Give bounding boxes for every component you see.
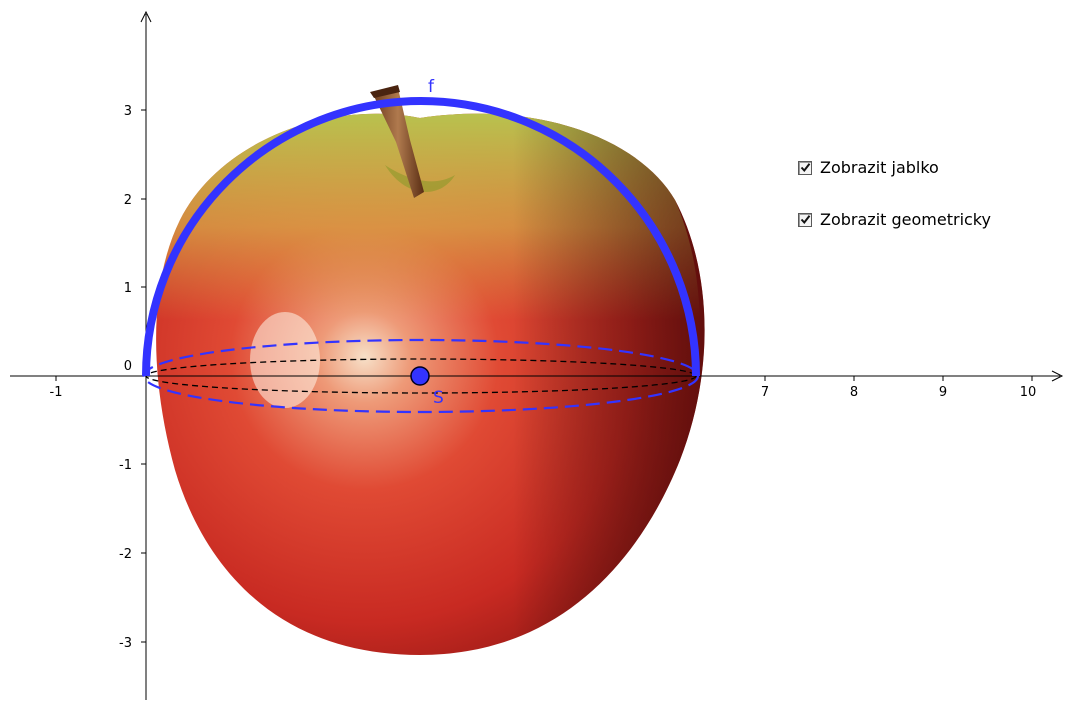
show-apple-checkbox[interactable]: Zobrazit jablko <box>798 158 939 177</box>
checkmark-icon <box>800 215 810 225</box>
y-tick-label: 0 <box>124 359 132 374</box>
x-tick-label: 8 <box>850 385 858 400</box>
arc-label: f <box>428 77 435 97</box>
x-tick-label: 10 <box>1020 385 1037 400</box>
y-tick-label: 3 <box>124 104 132 119</box>
y-tick-label: -1 <box>119 458 132 473</box>
show-geometric-checkbox[interactable]: Zobrazit geometricky <box>798 210 991 229</box>
point-s[interactable] <box>410 366 430 386</box>
show-apple-label: Zobrazit jablko <box>820 158 939 177</box>
y-tick-label: -2 <box>119 547 132 562</box>
x-tick-label: 7 <box>761 385 769 400</box>
y-tick-label: -3 <box>119 636 132 651</box>
point-label: S <box>433 388 444 408</box>
show-geometric-label: Zobrazit geometricky <box>820 210 991 229</box>
checkbox-box[interactable] <box>798 160 812 175</box>
x-tick-label: -1 <box>50 385 63 400</box>
checkmark-icon <box>800 163 810 173</box>
x-tick-label: 9 <box>939 385 947 400</box>
y-tick-label: 2 <box>124 193 132 208</box>
y-tick-label: 1 <box>124 281 132 296</box>
graphics-view[interactable]: -1 7 8 9 10 3 2 1 0 -1 -2 -3 f S <box>0 0 1065 702</box>
checkbox-box[interactable] <box>798 212 812 227</box>
